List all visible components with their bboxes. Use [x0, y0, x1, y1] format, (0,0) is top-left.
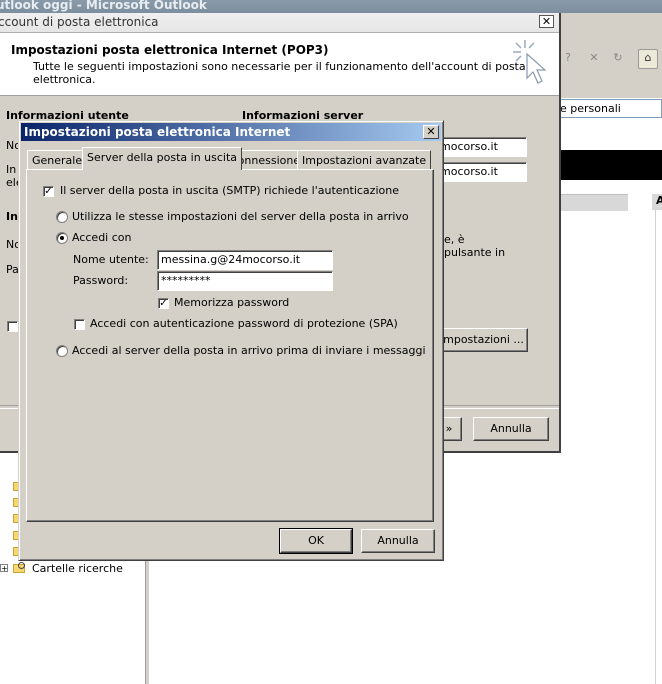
outlook-search-field-text: e personali [560, 102, 621, 115]
ok-button[interactable]: OK [279, 528, 353, 554]
outlook-column-header-right: A [652, 194, 662, 210]
smtp-auth-checkbox[interactable]: ✓ [43, 186, 54, 197]
label-email-fragment: In [6, 163, 17, 176]
smtp-auth-label: Il server della posta in uscita (SMTP) r… [60, 184, 399, 197]
cursor-sparkle-icon [513, 40, 547, 84]
search-folder-icon [13, 562, 27, 574]
account-dialog-description-line2: elettronica. [33, 73, 96, 86]
username-label: Nome utente: [73, 253, 149, 266]
outlook-reading-pane [560, 180, 662, 684]
section-login-fragment: In [6, 210, 18, 223]
tab-panel: ✓ Il server della posta in uscita (SMTP)… [26, 169, 434, 522]
settings-dialog-titlebar: Impostazioni posta elettronica Internet … [21, 123, 441, 141]
side-text-line1: e, è [444, 233, 465, 246]
radio-login-with[interactable] [56, 232, 68, 244]
radio-same-settings[interactable] [56, 211, 68, 223]
radio-same-settings-label: Utilizza le stesse impostazioni del serv… [72, 210, 409, 223]
radio-login-incoming-first[interactable] [56, 345, 68, 357]
remember-password-checkbox[interactable]: ✓ [158, 298, 169, 309]
outlook-column-header-letter: A [656, 194, 662, 207]
tab-outgoing-server[interactable]: Server della posta in uscita [82, 147, 243, 170]
radio-login-with-label: Accedi con [72, 231, 132, 244]
outgoing-server-field[interactable]: mocorso.it [436, 162, 527, 182]
outlook-navigation-divider[interactable] [145, 560, 149, 684]
password-value: ********* [161, 274, 211, 287]
username-field[interactable]: messina.g@24mocorso.it [157, 250, 333, 270]
home-icon[interactable]: ⌂ [638, 49, 658, 69]
outgoing-server-value: mocorso.it [440, 165, 498, 178]
account-cancel-button[interactable]: Annulla [473, 417, 549, 441]
username-value: messina.g@24mocorso.it [161, 253, 301, 266]
remember-checkbox-fragment[interactable] [7, 321, 18, 332]
radio-login-incoming-first-label: Accedi al server della posta in arrivo p… [72, 344, 426, 357]
close-icon[interactable]: ✕ [423, 125, 439, 139]
toolbar-delete-icon[interactable]: ✕ [586, 50, 602, 66]
outlook-search-field[interactable]: e personali [556, 99, 662, 118]
label-password-fragment: Pa [6, 263, 19, 276]
account-dialog-description-line1: Tutte le seguenti impostazioni sono nece… [33, 60, 526, 73]
remember-password-label: Memorizza password [174, 296, 290, 309]
more-settings-button[interactable]: impostazioni ... [436, 328, 528, 352]
outlook-window-title: utlook oggi - Microsoft Outlook [0, 0, 207, 12]
outlook-dark-strip [560, 150, 662, 180]
spa-label: Accedi con autenticazione password di pr… [90, 317, 398, 330]
internet-email-settings-dialog: Impostazioni posta elettronica Internet … [18, 120, 444, 561]
incoming-server-field[interactable]: mocorso.it [436, 137, 527, 157]
tree-item-search-folders[interactable]: Cartelle ricerche [32, 562, 123, 575]
account-dialog-header-title: Impostazioni posta elettronica Internet … [11, 43, 329, 57]
outlook-column-header [560, 194, 628, 211]
password-label: Password: [73, 274, 129, 287]
cancel-button[interactable]: Annulla [361, 529, 435, 553]
incoming-server-value: mocorso.it [440, 140, 498, 153]
toolbar-help-icon[interactable]: ? [560, 50, 576, 66]
account-dialog-title: ccount di posta elettronica [0, 15, 159, 29]
account-dialog-header: Impostazioni posta elettronica Internet … [0, 33, 559, 96]
side-text-line2: pulsante in [444, 246, 506, 259]
password-field[interactable]: ********* [157, 271, 333, 291]
tab-general[interactable]: Generale [27, 150, 88, 169]
outlook-titlebar: utlook oggi - Microsoft Outlook [0, 0, 662, 13]
tree-expand-icon[interactable]: + [0, 564, 8, 573]
toolbar-refresh-icon[interactable]: ↻ [610, 50, 626, 66]
settings-dialog-title: Impostazioni posta elettronica Internet [24, 125, 291, 139]
tab-advanced[interactable]: Impostazioni avanzate [297, 150, 432, 169]
account-dialog-titlebar: ccount di posta elettronica ✕ [0, 13, 559, 33]
outlook-pane-divider [655, 210, 656, 684]
close-icon[interactable]: ✕ [539, 15, 554, 28]
spa-checkbox[interactable] [74, 319, 85, 330]
